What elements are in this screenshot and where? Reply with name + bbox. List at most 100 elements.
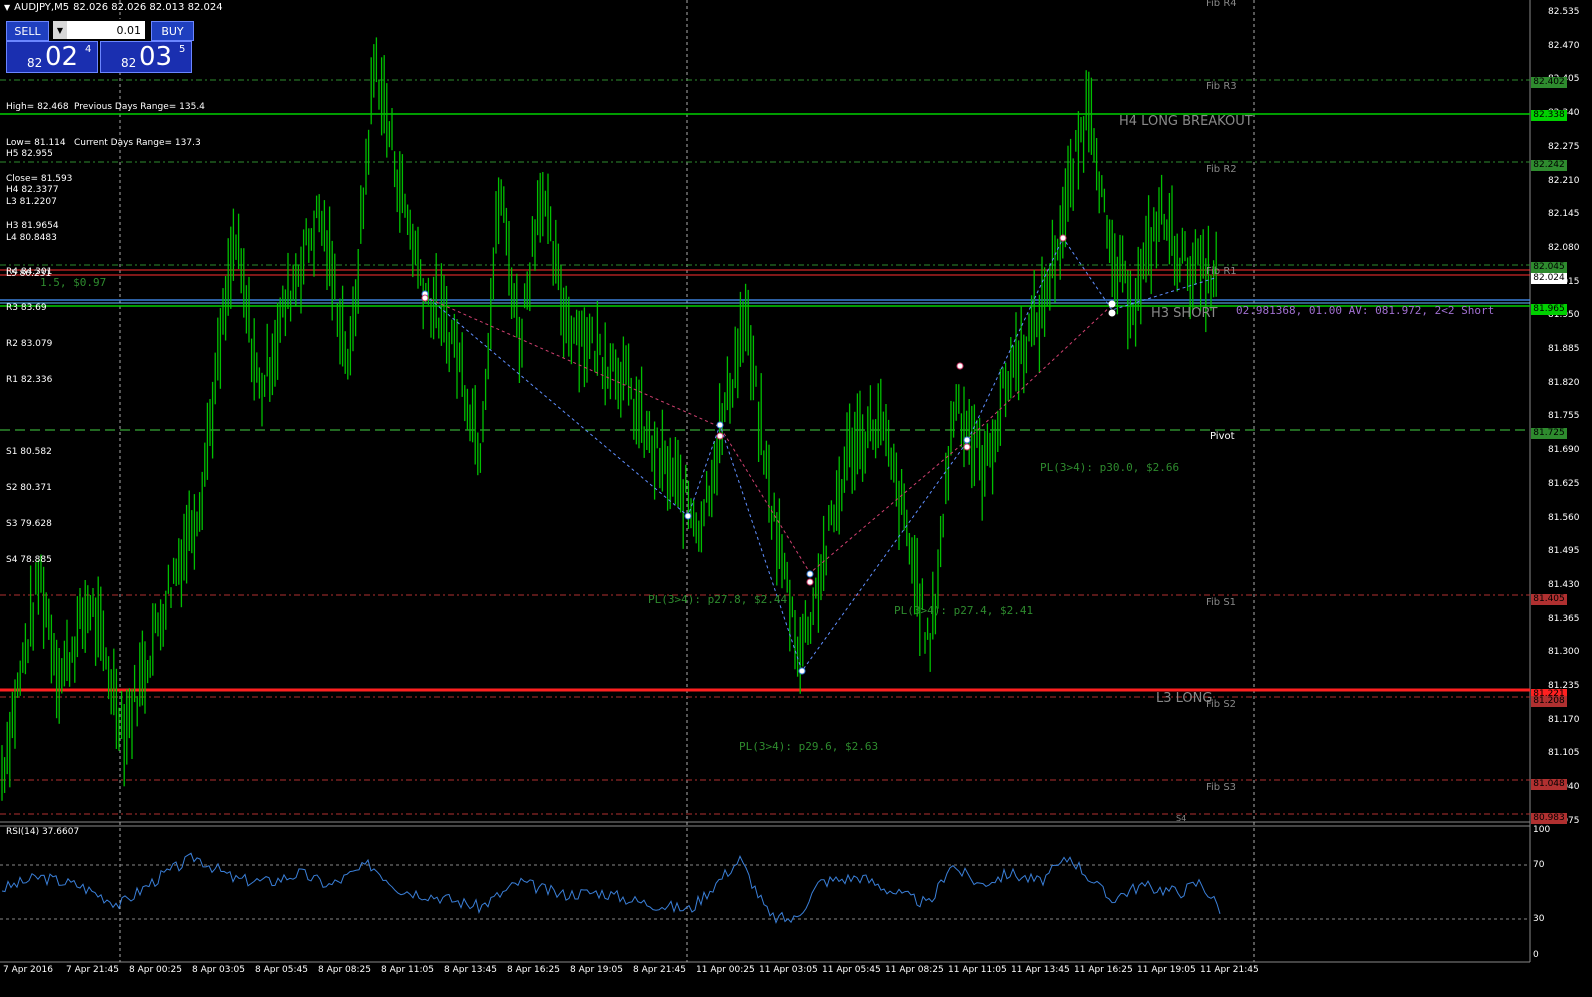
time-axis-label: 8 Apr 13:45 bbox=[444, 965, 497, 975]
h3-short-label: H3 SHORT bbox=[1151, 306, 1218, 321]
pivot-s3: S3 79.628 bbox=[6, 519, 52, 529]
sell-price-main: 02 bbox=[45, 42, 79, 72]
fib-s4-label: S4 bbox=[1176, 814, 1187, 823]
time-axis-label: 8 Apr 19:05 bbox=[570, 965, 623, 975]
time-axis-label: 11 Apr 13:45 bbox=[1011, 965, 1070, 975]
rsi-axis-30: 30 bbox=[1533, 914, 1545, 924]
fib-s1-label: Fib S1 bbox=[1206, 597, 1237, 608]
cam-h5: H5 82.955 bbox=[6, 149, 53, 159]
price-axis-label: 81.105 bbox=[1548, 748, 1580, 759]
price-axis-label: 82.080 bbox=[1548, 242, 1580, 253]
stat-high: High= 82.468 bbox=[6, 102, 69, 112]
h4-long-breakout-label: H4 LONG BREAKOUT bbox=[1119, 114, 1253, 129]
lot-dropdown-icon[interactable]: ▼ bbox=[53, 21, 67, 39]
pl-label-2: PL(3>4): p29.6, $2.63 bbox=[739, 740, 879, 753]
pivot-label: Pivot bbox=[1210, 431, 1235, 442]
buy-button[interactable]: BUY bbox=[151, 21, 194, 41]
price-axis-label: 81.625 bbox=[1548, 478, 1580, 489]
time-axis-label: 7 Apr 21:45 bbox=[66, 965, 119, 975]
fib-r3-label: Fib R3 bbox=[1206, 81, 1237, 92]
time-axis-label: 11 Apr 19:05 bbox=[1137, 965, 1196, 975]
pl-overlay-text: 1.5, $0.97 bbox=[40, 276, 107, 289]
price-tag: 81.208 bbox=[1531, 695, 1567, 707]
price-axis-label: 81.755 bbox=[1548, 411, 1580, 422]
pivot-levels: R4 84.301 R3 83.69 R2 83.079 R1 82.336 S… bbox=[6, 242, 52, 578]
pivot-s4: S4 78.885 bbox=[6, 555, 52, 565]
fib-r1-label: Fib R1 bbox=[1206, 266, 1237, 277]
price-tag: 81.048 bbox=[1531, 778, 1567, 790]
pivot-s1: S1 80.582 bbox=[6, 447, 52, 457]
time-axis-label: 11 Apr 03:05 bbox=[759, 965, 818, 975]
price-tag: 80.983 bbox=[1531, 812, 1567, 824]
rsi-label: RSI(14) 37.6607 bbox=[6, 827, 80, 837]
sell-price-prefix: 82 bbox=[27, 56, 43, 70]
sell-price-pip: 4 bbox=[85, 44, 92, 55]
time-axis-label: 8 Apr 11:05 bbox=[381, 965, 434, 975]
time-axis-label: 7 Apr 2016 bbox=[3, 965, 53, 975]
price-axis-label: 82.275 bbox=[1548, 141, 1580, 152]
stat-prev-range: Previous Days Range= 135.4 bbox=[74, 102, 205, 112]
price-axis-label: 81.495 bbox=[1548, 546, 1580, 557]
time-axis-label: 11 Apr 00:25 bbox=[696, 965, 755, 975]
price-axis-label: 82.210 bbox=[1548, 175, 1580, 186]
price-tag: 81.725 bbox=[1531, 427, 1567, 439]
l3-long-label: L3 LONG bbox=[1156, 691, 1213, 706]
time-axis-label: 11 Apr 21:45 bbox=[1200, 965, 1259, 975]
price-axis-label: 81.300 bbox=[1548, 647, 1580, 658]
time-axis-label: 8 Apr 05:45 bbox=[255, 965, 308, 975]
price-tag: 81.965 bbox=[1531, 303, 1567, 315]
time-axis-label: 8 Apr 16:25 bbox=[507, 965, 560, 975]
trading-chart[interactable] bbox=[0, 0, 1592, 997]
pivot-s2: S2 80.371 bbox=[6, 483, 52, 493]
price-tag: 82.338 bbox=[1531, 110, 1567, 122]
time-axis-label: 11 Apr 11:05 bbox=[948, 965, 1007, 975]
time-axis-label: 8 Apr 00:25 bbox=[129, 965, 182, 975]
buy-price-box[interactable]: 82 03 5 bbox=[100, 41, 192, 73]
time-axis-label: 11 Apr 05:45 bbox=[822, 965, 881, 975]
price-axis-label: 81.820 bbox=[1548, 377, 1580, 388]
rsi-axis-0: 0 bbox=[1533, 950, 1539, 960]
time-axis-label: 11 Apr 16:25 bbox=[1074, 965, 1133, 975]
price-tag: 82.024 bbox=[1531, 272, 1567, 284]
price-axis-label: 81.885 bbox=[1548, 344, 1580, 354]
buy-price-prefix: 82 bbox=[121, 56, 137, 70]
price-axis-label: 81.560 bbox=[1548, 512, 1580, 523]
price-axis-label: 81.365 bbox=[1548, 613, 1580, 624]
price-axis-label: 82.470 bbox=[1548, 40, 1580, 51]
position-summary: 02.981368, 01.00 AV: 081.972, 2<2 Short bbox=[1236, 304, 1495, 317]
price-tag: 81.405 bbox=[1531, 593, 1567, 605]
menu-triangle-icon[interactable]: ▼ bbox=[4, 3, 10, 12]
price-tag: 82.242 bbox=[1531, 159, 1567, 171]
fib-r2-label: Fib R2 bbox=[1206, 164, 1237, 175]
rsi-axis-70: 70 bbox=[1533, 860, 1545, 870]
rsi-axis-100: 100 bbox=[1533, 825, 1551, 835]
buy-price-pip: 5 bbox=[179, 44, 186, 55]
time-axis-label: 11 Apr 08:25 bbox=[885, 965, 944, 975]
chart-title: ▼ AUDJPY,M5 82.026 82.026 82.013 82.024 bbox=[4, 2, 223, 13]
time-axis-label: 8 Apr 21:45 bbox=[633, 965, 686, 975]
pl-label-1: PL(3>4): p27.8, $2.44 bbox=[648, 593, 788, 606]
price-axis-label: 81.690 bbox=[1548, 445, 1580, 456]
stats-right: Previous Days Range= 135.4 Current Days … bbox=[74, 77, 205, 161]
symbol-label: AUDJPY,M5 bbox=[14, 2, 70, 13]
cam-l3: L3 81.2207 bbox=[6, 197, 57, 207]
price-tag: 82.045 bbox=[1531, 262, 1567, 274]
pl-label-4: PL(3>4): p30.0, $2.66 bbox=[1040, 461, 1180, 474]
chart-background bbox=[0, 0, 1592, 997]
ohlc-label: 82.026 82.026 82.013 82.024 bbox=[73, 2, 223, 13]
sell-button[interactable]: SELL bbox=[6, 21, 49, 41]
price-axis-label: 81.430 bbox=[1548, 579, 1580, 590]
buy-price-main: 03 bbox=[139, 42, 173, 72]
stat-curr-range: Current Days Range= 137.3 bbox=[74, 138, 201, 148]
price-axis-label: 81.170 bbox=[1548, 714, 1580, 725]
pivot-r1: R1 82.336 bbox=[6, 375, 53, 385]
price-axis-label: 82.535 bbox=[1548, 7, 1580, 17]
sell-price-box[interactable]: 82 02 4 bbox=[6, 41, 98, 73]
pivot-r2: R2 83.079 bbox=[6, 339, 53, 349]
time-axis-label: 8 Apr 08:25 bbox=[318, 965, 371, 975]
time-axis-label: 8 Apr 03:05 bbox=[192, 965, 245, 975]
fib-r4-label: Fib R4 bbox=[1206, 0, 1237, 9]
price-axis-label: 82.145 bbox=[1548, 209, 1580, 220]
pivot-r3: R3 83.69 bbox=[6, 303, 47, 313]
pl-label-3: PL(3>4): p27.4, $2.41 bbox=[894, 604, 1034, 617]
